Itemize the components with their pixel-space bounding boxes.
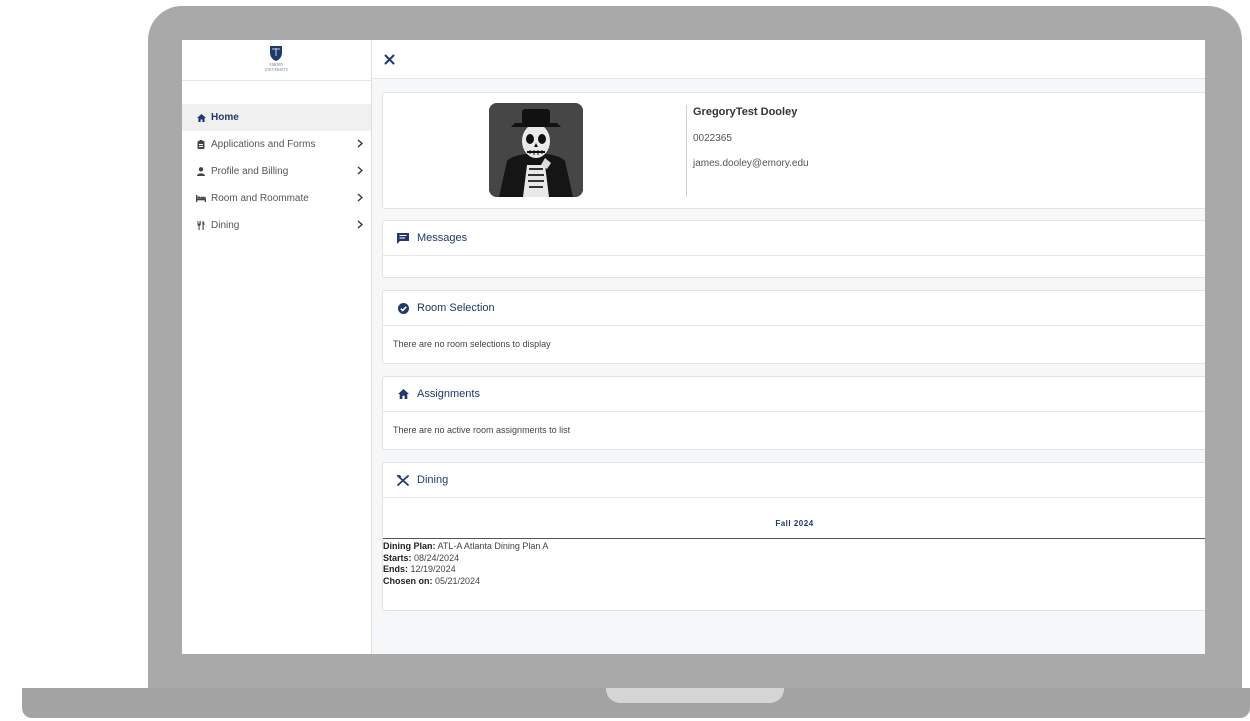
chevron-right-icon (357, 166, 364, 178)
home-icon (196, 113, 206, 122)
laptop-screen: EMORY UNIVERSITY Home Applications and Fo… (182, 40, 1205, 654)
dining-term-divider (383, 538, 1205, 539)
clipboard-icon (196, 140, 206, 149)
profile-divider (686, 105, 687, 197)
sidebar-item-label: Room and Roommate (211, 193, 309, 204)
dining-details: Dining Plan: ATL-A Atlanta Dining Plan A… (383, 541, 548, 587)
chevron-right-icon (357, 139, 364, 151)
profile-card: GregoryTest Dooley 0022365 james.dooley@… (382, 92, 1205, 209)
dining-plan-row: Dining Plan: ATL-A Atlanta Dining Plan A (383, 541, 548, 553)
dining-chosen-label: Chosen on: (383, 575, 433, 586)
laptop-notch (606, 688, 784, 703)
crossed-utensils-icon (396, 474, 410, 486)
dining-starts-row: Starts: 08/24/2024 (383, 553, 548, 565)
assignments-header[interactable]: Assignments (383, 377, 1205, 412)
messages-card: Messages (382, 220, 1205, 278)
avatar (489, 103, 583, 197)
dining-starts-value: 08/24/2024 (414, 552, 460, 563)
university-crest-logo (270, 46, 282, 61)
assignments-title: Assignments (417, 388, 480, 400)
dining-card: Dining Fall 2024 Dining Plan: ATL-A Atla… (382, 462, 1205, 611)
chevron-right-icon (357, 193, 364, 205)
logo-wordmark: EMORY UNIVERSITY (264, 62, 289, 72)
dining-ends-row: Ends: 12/19/2024 (383, 564, 548, 576)
sidebar-item-label: Home (211, 112, 239, 123)
sidebar-item-label: Applications and Forms (211, 139, 316, 150)
dining-title: Dining (417, 474, 449, 486)
top-bar (372, 40, 1205, 79)
dining-starts-label: Starts: (383, 552, 412, 563)
messages-header[interactable]: Messages (383, 221, 1205, 256)
sidebar-item-applications-and-forms[interactable]: Applications and Forms (182, 131, 371, 158)
profile-email: james.dooley@emory.edu (693, 158, 809, 169)
sidebar-nav: Home Applications and Forms Profile and … (182, 104, 371, 239)
room-selection-title: Room Selection (417, 302, 495, 314)
profile-name: GregoryTest Dooley (693, 106, 798, 118)
dining-header[interactable]: Dining (383, 463, 1205, 498)
sidebar-item-home[interactable]: Home (182, 104, 371, 131)
dining-plan-label: Dining Plan: (383, 541, 436, 551)
sidebar-item-profile-and-billing[interactable]: Profile and Billing (182, 158, 371, 185)
dining-term-title: Fall 2024 (775, 519, 814, 528)
sidebar-item-room-and-roommate[interactable]: Room and Roommate (182, 185, 371, 212)
close-icon[interactable] (384, 52, 395, 70)
room-selection-header[interactable]: Room Selection (383, 291, 1205, 326)
assignments-card: Assignments There are no active room ass… (382, 376, 1205, 450)
dining-ends-label: Ends: (383, 564, 409, 574)
main-content: GregoryTest Dooley 0022365 james.dooley@… (372, 40, 1205, 654)
sidebar-item-label: Profile and Billing (211, 166, 289, 177)
messages-title: Messages (417, 232, 468, 244)
sidebar-item-dining[interactable]: Dining (182, 212, 371, 239)
bed-icon (196, 195, 206, 202)
sidebar-item-label: Dining (211, 220, 240, 231)
check-circle-icon (396, 302, 410, 314)
assignments-empty-text: There are no active room assignments to … (393, 425, 571, 435)
profile-id: 0022365 (693, 133, 732, 144)
home-icon (396, 389, 410, 399)
dining-chosen-value: 05/21/2024 (435, 575, 481, 586)
user-icon (196, 167, 206, 176)
dining-plan-value: ATL-A Atlanta Dining Plan A (437, 541, 549, 551)
room-selection-card: Room Selection There are no room selecti… (382, 290, 1205, 364)
chevron-right-icon (357, 220, 364, 232)
room-selection-empty-text: There are no room selections to display (393, 339, 551, 349)
sidebar: EMORY UNIVERSITY Home Applications and Fo… (182, 40, 372, 654)
message-icon (396, 232, 410, 244)
dining-ends-value: 12/19/2024 (410, 564, 456, 574)
utensils-icon (196, 221, 206, 230)
logo-area: EMORY UNIVERSITY (182, 40, 371, 81)
dining-chosen-row: Chosen on: 05/21/2024 (383, 576, 548, 588)
